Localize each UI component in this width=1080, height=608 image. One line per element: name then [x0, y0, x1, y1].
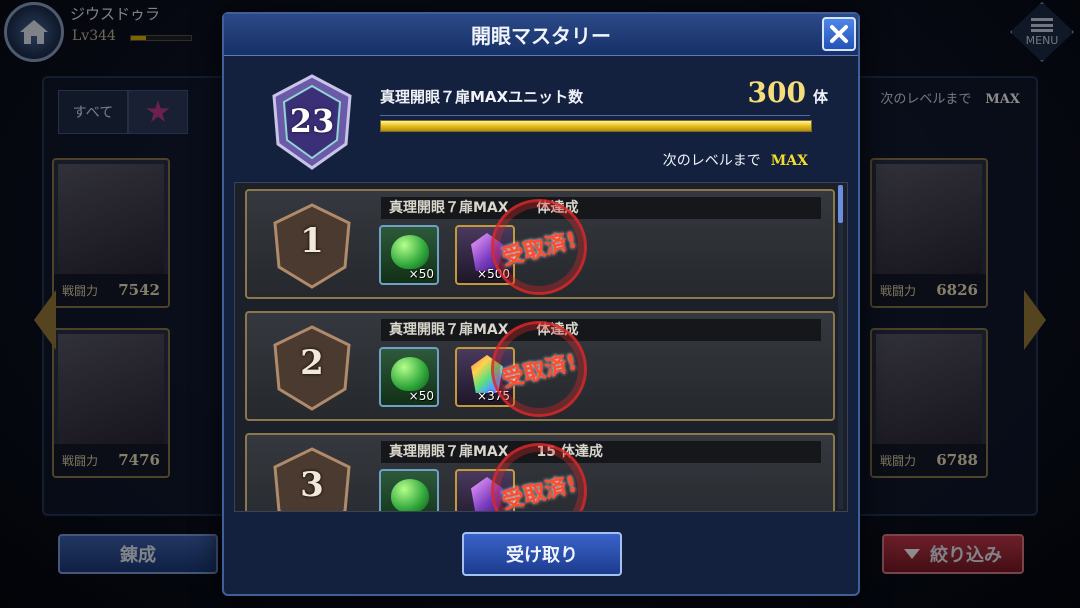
mastery-progress-bar — [380, 120, 812, 132]
mastery-unit: 体 — [812, 88, 828, 106]
tab-all[interactable]: すべて — [58, 90, 128, 134]
reward-row: 2 真理開眼７扉MAX 体達成 ×50 ×375 受取済! — [245, 311, 835, 421]
filter-button-label: 絞り込み — [930, 545, 1002, 566]
receive-button[interactable]: 受け取り — [462, 532, 622, 576]
item-qty: ×50 — [408, 267, 434, 281]
power-label: 戦闘力 — [880, 453, 917, 468]
power-value: 6788 — [936, 451, 978, 469]
side-next-level-label: 次のレベルまで — [880, 92, 972, 107]
unit-portrait — [58, 334, 164, 444]
menu-icon — [1031, 17, 1053, 32]
unit-portrait — [876, 334, 982, 444]
side-next-level-value: MAX — [985, 92, 1020, 107]
green-gem-icon — [391, 479, 429, 511]
player-name: ジウスドゥラ — [70, 5, 161, 23]
unit-card[interactable]: 戦闘力 6788 — [870, 328, 988, 478]
tab-star-filter[interactable] — [128, 90, 188, 134]
star-icon — [146, 100, 170, 122]
divider — [380, 115, 810, 116]
mastery-progress-fill — [381, 121, 811, 131]
reward-condition: 真理開眼７扉MAX 15 体達成 — [381, 441, 821, 463]
reward-rank: 1 — [300, 221, 324, 261]
home-button[interactable] — [4, 2, 64, 62]
filter-icon — [904, 549, 920, 559]
reward-list-scrollbar[interactable] — [838, 185, 843, 509]
reward-item[interactable]: ×50 — [379, 225, 439, 285]
power-value: 7476 — [118, 451, 160, 469]
reward-list[interactable]: 1 真理開眼７扉MAX 体達成 ×50 ×500 受取済! 2 真理開眼７扉MA… — [234, 182, 848, 512]
scrollbar-thumb[interactable] — [838, 185, 843, 223]
player-level: Lv344 — [72, 28, 116, 44]
mastery-count: 300 — [747, 76, 806, 109]
train-button[interactable]: 錬成 — [58, 534, 218, 574]
reward-item[interactable] — [379, 469, 439, 511]
player-exp-bar — [130, 35, 192, 41]
unit-card[interactable]: 戦闘力 7476 — [52, 328, 170, 478]
claimed-stamp-label: 受取済! — [499, 472, 580, 512]
reward-rank: 2 — [300, 343, 324, 383]
claimed-stamp: 受取済! — [491, 199, 587, 295]
home-icon — [20, 20, 48, 44]
claimed-stamp-label: 受取済! — [499, 228, 580, 271]
reward-item[interactable]: ×50 — [379, 347, 439, 407]
reward-condition: 真理開眼７扉MAX 体達成 — [381, 319, 821, 341]
unit-portrait — [58, 164, 164, 274]
mastery-title: 真理開眼７扉MAXユニット数 — [380, 88, 584, 106]
filter-tabs: すべて — [58, 90, 188, 134]
mastery-modal: 開眼マスタリー 23 真理開眼７扉MAXユニット数 300 体 次のレベルまで M… — [222, 12, 860, 596]
next-level-value: MAX — [770, 153, 808, 169]
close-button[interactable] — [822, 17, 856, 51]
mastery-summary: 23 真理開眼７扉MAXユニット数 300 体 次のレベルまで MAX — [224, 56, 858, 181]
unit-portrait — [876, 164, 982, 274]
reward-row: 3 真理開眼７扉MAX 15 体達成 受取済! — [245, 433, 835, 512]
green-gem-icon — [391, 235, 429, 269]
power-label: 戦闘力 — [880, 283, 917, 298]
reward-rank: 3 — [300, 465, 324, 505]
filter-button[interactable]: 絞り込み — [882, 534, 1024, 574]
mastery-rank: 23 — [289, 102, 335, 140]
claimed-stamp: 受取済! — [491, 321, 587, 417]
claimed-stamp-label: 受取済! — [499, 350, 580, 393]
reward-condition: 真理開眼７扉MAX 体達成 — [381, 197, 821, 219]
menu-label: MENU — [1025, 33, 1059, 47]
power-label: 戦闘力 — [62, 283, 99, 298]
power-value: 6826 — [936, 281, 978, 299]
item-qty: ×50 — [408, 389, 434, 403]
side-next-level: 次のレベルまで MAX — [880, 88, 1020, 107]
power-label: 戦闘力 — [62, 453, 99, 468]
next-level-label: 次のレベルまで — [662, 153, 761, 169]
unit-card[interactable]: 戦闘力 6826 — [870, 158, 988, 308]
next-level: 次のレベルまで MAX — [663, 150, 808, 170]
reward-row: 1 真理開眼７扉MAX 体達成 ×50 ×500 受取済! — [245, 189, 835, 299]
power-value: 7542 — [118, 281, 160, 299]
unit-card[interactable]: 戦闘力 7542 — [52, 158, 170, 308]
green-gem-icon — [391, 357, 429, 391]
modal-title: 開眼マスタリー — [224, 14, 858, 56]
close-icon — [830, 25, 848, 43]
